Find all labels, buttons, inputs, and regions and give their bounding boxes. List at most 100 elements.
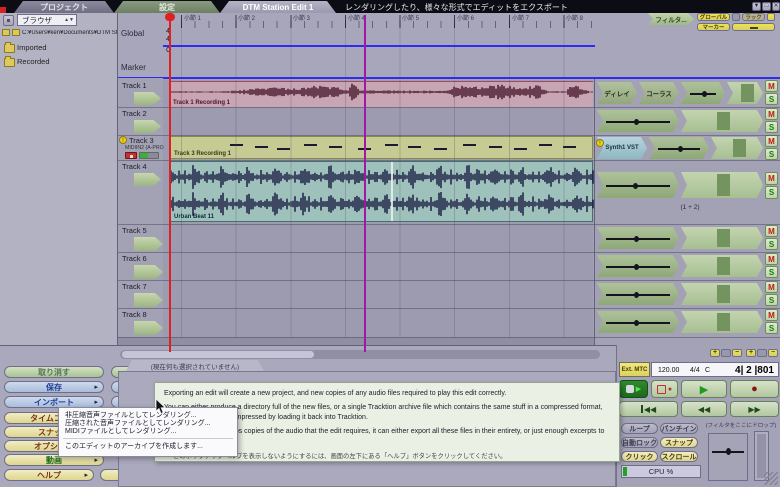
mute-button-track2[interactable]: M	[765, 108, 778, 120]
menu-item-render-midi[interactable]: MIDIファイルとしてレンダリング...	[59, 427, 237, 435]
browser-item-recorded[interactable]: Recorded	[17, 57, 50, 66]
scroll-toggle[interactable]: スクロール	[660, 451, 698, 462]
filter-button[interactable]: フィルタ...	[648, 13, 694, 25]
track-name[interactable]: Track 2	[122, 109, 147, 118]
zoom-out-time-icon[interactable]: −	[768, 349, 778, 357]
position-display[interactable]: 4| 2 |801	[735, 365, 774, 376]
volume-fader-track8[interactable]	[597, 311, 679, 333]
solo-button-track6[interactable]: S	[765, 266, 778, 278]
menu-item-create-archive[interactable]: このエディットのアーカイブを作成します...	[59, 442, 237, 450]
track-name[interactable]: Track 7	[122, 282, 147, 291]
tab-settings[interactable]: 設定	[114, 1, 220, 13]
rewind-button[interactable]: ◀◀	[681, 401, 727, 417]
tab-edit[interactable]: DTM Station Edit 1	[220, 1, 336, 13]
punch-in-toggle[interactable]: パンチイン	[660, 423, 698, 434]
track-name[interactable]: Track 1	[122, 81, 147, 90]
return-to-start-button[interactable]: ◀◀	[619, 401, 678, 417]
volume-fader-track4[interactable]	[597, 172, 679, 198]
solo-button-track2[interactable]: S	[765, 121, 778, 133]
track-name[interactable]: Track 8	[122, 310, 147, 319]
tempo-display[interactable]: 120.00	[658, 367, 679, 374]
solo-button-track3[interactable]: S	[765, 148, 778, 160]
snap-toggle[interactable]: スナップ	[660, 437, 698, 448]
mute-button-track4[interactable]: M	[765, 172, 778, 185]
marker-lane-button[interactable]	[732, 23, 775, 31]
mute-button-track3[interactable]: M	[765, 135, 778, 147]
master-fader-knob[interactable]	[726, 448, 731, 455]
browser-item-imported[interactable]: Imported	[17, 43, 47, 52]
mute-button-track7[interactable]: M	[765, 281, 778, 293]
help-button[interactable]: ヘルプ ▸	[4, 469, 94, 481]
click-toggle[interactable]: クリック	[621, 451, 658, 462]
solo-button-track5[interactable]: S	[765, 238, 778, 250]
volume-fader-track1[interactable]	[681, 82, 725, 104]
browser-mode-button[interactable]	[3, 15, 14, 26]
zoom-in-tracks-icon[interactable]: +	[710, 349, 720, 357]
solo-button-track1[interactable]: S	[765, 93, 778, 105]
playhead-cursor[interactable]	[169, 13, 171, 352]
timesig-display[interactable]: 4/4	[690, 367, 700, 374]
tempo-curve-line[interactable]	[163, 45, 595, 47]
volume-fader-track3[interactable]	[649, 137, 709, 159]
solo-button-track4[interactable]: S	[765, 186, 778, 199]
fast-forward-button[interactable]: ▶▶	[730, 401, 779, 417]
edit-cursor[interactable]	[364, 15, 366, 352]
volume-fader-track7[interactable]	[597, 283, 679, 305]
track3-midi-input-label[interactable]: MIDIIN2 (A-PRO	[125, 145, 164, 151]
mute-button-track8[interactable]: M	[765, 309, 778, 321]
spinner-arrows-icon[interactable]: ▲▼	[64, 17, 74, 23]
record-arm-button[interactable]	[125, 152, 137, 159]
folder-home-icon[interactable]	[12, 29, 20, 36]
folder-up-icon[interactable]	[2, 29, 10, 36]
volume-fader-track2[interactable]	[597, 110, 679, 132]
solo-button-track7[interactable]: S	[765, 294, 778, 306]
rack-button[interactable]: ラック	[742, 13, 765, 21]
audio-clip-track4[interactable]: Urban Beat 11	[170, 161, 594, 222]
mute-button-track5[interactable]: M	[765, 225, 778, 237]
auto-lock-toggle[interactable]: 自動ロック	[621, 437, 658, 448]
browser-selector-dropdown[interactable]: ブラウザ ▲▼	[17, 14, 77, 26]
safe-record-button[interactable]: ●	[651, 380, 678, 398]
master-volume-fader[interactable]	[708, 433, 748, 481]
playhead-handle[interactable]	[165, 13, 175, 21]
output-destination-label[interactable]: (1 + 2)	[660, 204, 720, 211]
transport-info-strip[interactable]: 120.00 4/4 C 4| 2 |801	[651, 362, 779, 377]
global-track-button[interactable]: グローバル	[697, 13, 730, 21]
zoom-fit-time-icon[interactable]	[757, 349, 767, 357]
volume-fader-track5[interactable]	[597, 227, 679, 249]
zoom-in-time-icon[interactable]: +	[746, 349, 756, 357]
tab-project[interactable]: プロジェクト	[14, 1, 114, 13]
zoom-out-tracks-icon[interactable]: −	[732, 349, 742, 357]
timeline-scrollbar-groove[interactable]	[120, 350, 600, 359]
track-name[interactable]: Track 3	[129, 136, 154, 145]
key-display[interactable]: C	[705, 367, 710, 374]
zoom-fit-tracks-icon[interactable]	[721, 349, 731, 357]
plugin-synth1-vst[interactable]: Synth1 VST	[597, 137, 647, 159]
properties-tab[interactable]: (現在何も選択されていません)	[126, 360, 264, 371]
audio-clip-track1[interactable]: Track 1 Recording 1	[170, 81, 593, 107]
rack-add-icon[interactable]	[767, 13, 775, 21]
global-lock-icon[interactable]	[732, 13, 740, 21]
maximize-icon[interactable]: □	[762, 2, 771, 11]
play-button[interactable]: ▶	[681, 380, 727, 398]
warning-icon[interactable]: !	[119, 136, 127, 144]
plugin-chorus[interactable]: コーラス	[639, 82, 679, 104]
volume-fader-track6[interactable]	[597, 255, 679, 277]
undo-button[interactable]: 取り消す	[4, 366, 104, 378]
track-name[interactable]: Track 6	[122, 254, 147, 263]
resize-grip-icon[interactable]	[764, 472, 778, 485]
minimize-icon[interactable]: ▼	[752, 2, 761, 11]
plugin-delay[interactable]: ディレイ	[597, 82, 637, 104]
mute-button-track1[interactable]: M	[765, 80, 778, 92]
track-name[interactable]: Track 4	[122, 162, 147, 171]
track-name[interactable]: Track 5	[122, 226, 147, 235]
automation-play-button[interactable]: ▶	[619, 380, 648, 398]
solo-button-track8[interactable]: S	[765, 322, 778, 334]
marker-track-button[interactable]: マーカー	[697, 23, 730, 31]
loop-toggle[interactable]: ループ	[621, 423, 658, 434]
close-icon[interactable]: ✕	[772, 2, 780, 11]
ext-mtc-sync-button[interactable]: Ext. MTC	[619, 362, 650, 377]
save-button[interactable]: 保存 ▸	[4, 381, 104, 393]
record-button[interactable]: ●	[730, 380, 779, 398]
midi-clip-track3[interactable]: Track 3 Recording 1	[170, 136, 593, 159]
